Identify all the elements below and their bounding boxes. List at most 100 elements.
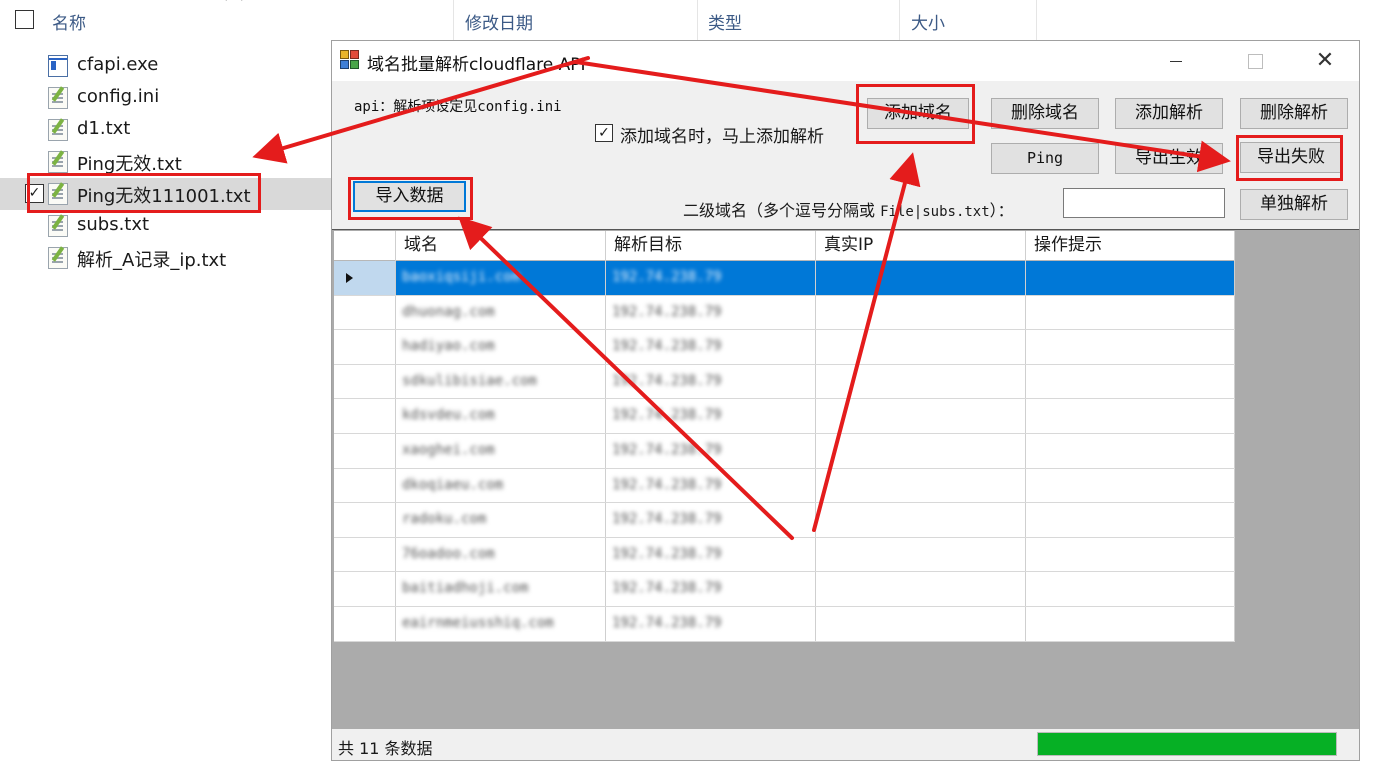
cell-target[interactable]: 192.74.238.79 bbox=[606, 468, 816, 503]
cell-ip[interactable] bbox=[816, 503, 1026, 537]
cell-domain[interactable]: baoxiqsiji.com bbox=[396, 261, 606, 295]
cell-target[interactable]: 192.74.238.79 bbox=[606, 606, 816, 641]
cell-tip[interactable] bbox=[1026, 433, 1235, 468]
cell-target[interactable]: 192.74.238.79 bbox=[606, 433, 816, 468]
row-header[interactable] bbox=[334, 261, 396, 295]
row-header[interactable] bbox=[334, 503, 396, 537]
column-type[interactable]: 类型 bbox=[708, 9, 742, 34]
row-header[interactable] bbox=[334, 399, 396, 433]
cell-domain[interactable]: dhuonag.com bbox=[396, 295, 606, 330]
row-header[interactable] bbox=[334, 330, 396, 364]
col-domain[interactable]: 域名 bbox=[396, 231, 606, 261]
cell-tip[interactable] bbox=[1026, 572, 1235, 606]
cell-tip[interactable] bbox=[1026, 399, 1235, 433]
title-bar[interactable]: 域名批量解析cloudflare API ✕ bbox=[332, 41, 1359, 81]
cell-tip[interactable] bbox=[1026, 295, 1235, 330]
row-header[interactable] bbox=[334, 433, 396, 468]
table-row[interactable]: dhuonag.com 192.74.238.79 bbox=[334, 295, 1235, 331]
column-modified-date[interactable]: 修改日期 bbox=[465, 9, 533, 34]
cell-ip[interactable] bbox=[816, 468, 1026, 503]
cell-domain[interactable]: 76oadoo.com bbox=[396, 537, 606, 572]
close-button[interactable]: ✕ bbox=[1302, 41, 1348, 81]
file-item-subs-txt[interactable]: subs.txt bbox=[0, 210, 332, 242]
cell-domain[interactable]: sdkulibisiae.com bbox=[396, 364, 606, 399]
delete-record-button[interactable]: 删除解析 bbox=[1240, 98, 1348, 129]
cell-tip[interactable] bbox=[1026, 606, 1235, 641]
col-real-ip[interactable]: 真实IP bbox=[816, 231, 1026, 261]
cell-tip[interactable] bbox=[1026, 364, 1235, 399]
table-row[interactable]: 76oadoo.com 192.74.238.79 bbox=[334, 537, 1235, 573]
cell-target[interactable]: 192.74.238.79 bbox=[606, 503, 816, 537]
column-divider[interactable] bbox=[1036, 0, 1037, 40]
cell-domain[interactable]: dkoqiaeu.com bbox=[396, 468, 606, 503]
table-row[interactable]: sdkulibisiae.com 192.74.238.79 bbox=[334, 364, 1235, 400]
export-valid-button[interactable]: 导出生效 bbox=[1115, 143, 1223, 174]
file-item-d1-txt[interactable]: d1.txt bbox=[0, 114, 332, 146]
cell-domain[interactable]: baitiadhoji.com bbox=[396, 572, 606, 606]
cell-domain[interactable]: hadiyao.com bbox=[396, 330, 606, 364]
file-item-resolve-a-record-ip-txt[interactable]: 解析_A记录_ip.txt bbox=[0, 242, 332, 274]
column-divider[interactable] bbox=[453, 0, 454, 40]
row-header[interactable] bbox=[334, 606, 396, 641]
cell-ip[interactable] bbox=[816, 295, 1026, 330]
cell-target[interactable]: 192.74.238.79 bbox=[606, 364, 816, 399]
row-header[interactable] bbox=[334, 364, 396, 399]
cell-ip[interactable] bbox=[816, 330, 1026, 364]
cell-tip[interactable] bbox=[1026, 503, 1235, 537]
table-row[interactable]: xaoghei.com 192.74.238.79 bbox=[334, 433, 1235, 469]
cell-tip[interactable] bbox=[1026, 468, 1235, 503]
table-row[interactable]: eairnmeiusshiq.com 192.74.238.79 bbox=[334, 606, 1235, 642]
row-header[interactable] bbox=[334, 572, 396, 606]
cell-target[interactable]: 192.74.238.79 bbox=[606, 295, 816, 330]
cell-target[interactable]: 192.74.238.79 bbox=[606, 399, 816, 433]
cell-tip[interactable] bbox=[1026, 330, 1235, 364]
cell-ip[interactable] bbox=[816, 572, 1026, 606]
table-row[interactable]: hadiyao.com 192.74.238.79 bbox=[334, 330, 1235, 365]
cell-text: 192.74.238.79 bbox=[612, 580, 722, 597]
cell-ip[interactable] bbox=[816, 433, 1026, 468]
cell-ip[interactable] bbox=[816, 261, 1026, 295]
cell-target[interactable]: 192.74.238.79 bbox=[606, 572, 816, 606]
cell-target[interactable]: 192.74.238.79 bbox=[606, 261, 816, 295]
cell-ip[interactable] bbox=[816, 364, 1026, 399]
ping-button[interactable]: Ping bbox=[991, 143, 1099, 174]
column-divider[interactable] bbox=[899, 0, 900, 40]
minimize-button[interactable] bbox=[1153, 41, 1199, 81]
table-row[interactable]: kdsvdeu.com 192.74.238.79 bbox=[334, 399, 1235, 434]
table-row[interactable]: baitiadhoji.com 192.74.238.79 bbox=[334, 572, 1235, 607]
single-resolve-button[interactable]: 单独解析 bbox=[1240, 189, 1348, 220]
file-item-cfapi-exe[interactable]: cfapi.exe bbox=[0, 50, 332, 82]
cell-target[interactable]: 192.74.238.79 bbox=[606, 537, 816, 572]
cell-ip[interactable] bbox=[816, 537, 1026, 572]
table-row[interactable]: radoku.com 192.74.238.79 bbox=[334, 503, 1235, 538]
table-row[interactable]: baoxiqsiji.com 192.74.238.79 bbox=[334, 261, 1235, 296]
file-item-config-ini[interactable]: config.ini bbox=[0, 82, 332, 114]
delete-domain-button[interactable]: 删除域名 bbox=[991, 98, 1099, 129]
select-all-checkbox[interactable] bbox=[15, 10, 34, 29]
cell-domain[interactable]: radoku.com bbox=[396, 503, 606, 537]
column-name[interactable]: 名称 bbox=[52, 9, 86, 34]
cell-target[interactable]: 192.74.238.79 bbox=[606, 330, 816, 364]
column-size[interactable]: 大小 bbox=[911, 9, 945, 34]
cell-domain[interactable]: xaoghei.com bbox=[396, 433, 606, 468]
table-row[interactable]: dkoqiaeu.com 192.74.238.79 bbox=[334, 468, 1235, 504]
row-header[interactable] bbox=[334, 537, 396, 572]
row-header[interactable] bbox=[334, 295, 396, 330]
cell-domain[interactable]: kdsvdeu.com bbox=[396, 399, 606, 433]
cell-ip[interactable] bbox=[816, 606, 1026, 641]
maximize-button[interactable] bbox=[1231, 41, 1277, 81]
subdomain-input[interactable] bbox=[1063, 188, 1225, 218]
cell-domain[interactable]: eairnmeiusshiq.com bbox=[396, 606, 606, 641]
domain-grid[interactable]: 域名 解析目标 真实IP 操作提示 baoxiqsiji.com 192.74.2… bbox=[334, 231, 1235, 642]
cell-ip[interactable] bbox=[816, 399, 1026, 433]
cell-text: 192.74.238.79 bbox=[612, 476, 722, 493]
col-target[interactable]: 解析目标 bbox=[606, 231, 816, 261]
col-tip[interactable]: 操作提示 bbox=[1026, 231, 1235, 261]
row-header[interactable] bbox=[334, 468, 396, 503]
checkbox-checkmark-icon[interactable]: ✓ bbox=[595, 124, 613, 142]
column-divider[interactable] bbox=[697, 0, 698, 40]
cell-tip[interactable] bbox=[1026, 537, 1235, 572]
cell-tip[interactable] bbox=[1026, 261, 1235, 295]
add-record-button[interactable]: 添加解析 bbox=[1115, 98, 1223, 129]
cell-text: 192.74.238.79 bbox=[612, 269, 722, 285]
